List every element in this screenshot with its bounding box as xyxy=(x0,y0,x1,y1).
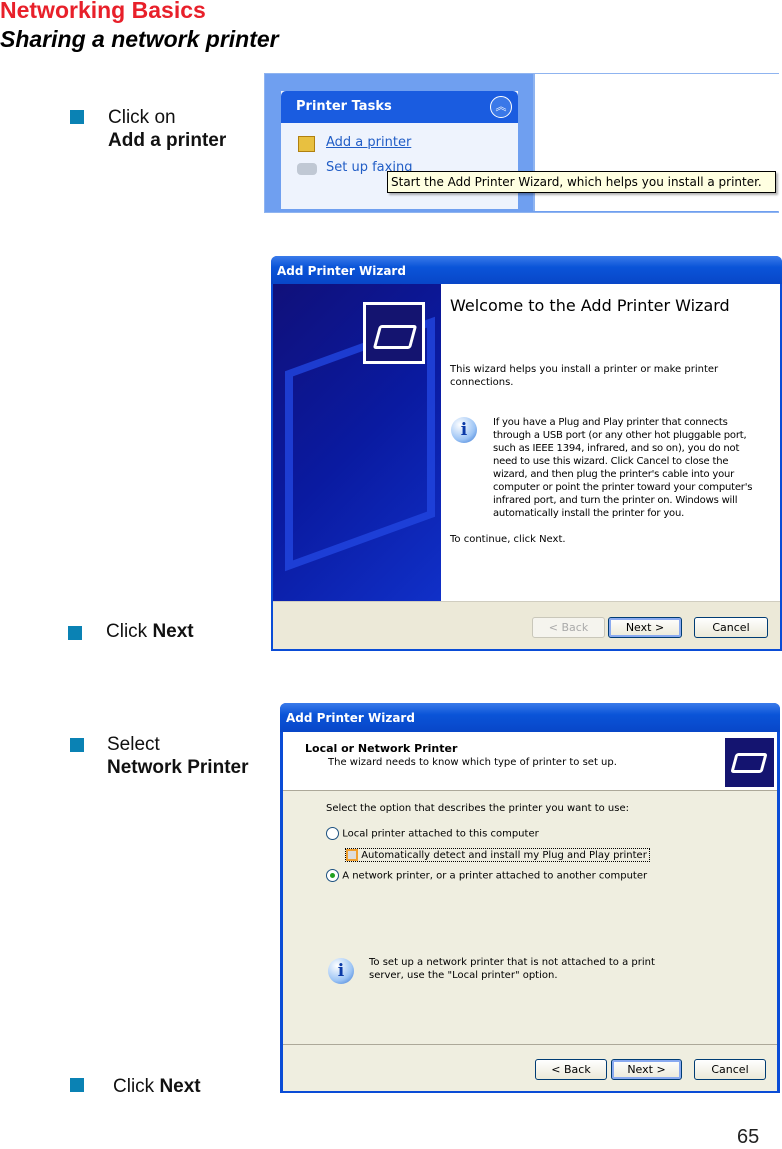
welcome-wizard-window: Add Printer Wizard Welcome to the Add Pr… xyxy=(271,256,782,651)
back-button[interactable]: < Back xyxy=(532,617,605,638)
prompt-text: Select the option that describes the pri… xyxy=(326,803,630,814)
bullet-icon xyxy=(70,738,84,752)
info-text: To set up a network printer that is not … xyxy=(369,957,655,981)
wizard-subheading: The wizard needs to know which type of p… xyxy=(328,757,617,768)
next-button[interactable]: Next > xyxy=(611,1059,682,1080)
step-2-bold: Next xyxy=(152,621,194,642)
next-button[interactable]: Next > xyxy=(608,617,682,638)
step-1-line1: Click on xyxy=(108,107,176,128)
wizard-heading: Welcome to the Add Printer Wizard xyxy=(450,296,730,315)
info-icon: i xyxy=(451,417,477,443)
window-title: Add Printer Wizard xyxy=(271,256,782,284)
info-icon: i xyxy=(328,958,354,984)
bullet-icon xyxy=(68,626,82,640)
wizard-heading: Local or Network Printer xyxy=(305,742,458,755)
step-1-line2: Add a printer xyxy=(108,130,227,151)
radio-network[interactable] xyxy=(326,869,339,882)
wizard-header: Local or Network Printer The wizard need… xyxy=(283,732,777,791)
printer-icon xyxy=(363,302,425,364)
radio-local[interactable] xyxy=(326,827,339,840)
wizard-banner xyxy=(273,284,441,601)
option-local[interactable]: Local printer attached to this computer xyxy=(326,827,539,840)
step-4-text: Click xyxy=(113,1076,160,1097)
fax-icon xyxy=(297,163,317,175)
step-3-line2: Network Printer xyxy=(107,757,249,778)
option-network-label: A network printer, or a printer attached… xyxy=(342,870,648,882)
option-auto-label: Automatically detect and install my Plug… xyxy=(361,850,647,861)
page-title: Networking Basics xyxy=(0,0,206,23)
collapse-icon[interactable]: ︽ xyxy=(490,96,512,118)
panel-title: Printer Tasks xyxy=(281,91,518,123)
step-4-bold: Next xyxy=(159,1076,201,1097)
step-3: Select Network Printer xyxy=(107,733,248,779)
step-3-line1: Select xyxy=(107,734,160,755)
printer-icon xyxy=(725,738,774,787)
button-bar: < Back Next > Cancel xyxy=(283,1044,777,1091)
button-bar: < Back Next > Cancel xyxy=(273,601,780,649)
option-auto-detect[interactable]: Automatically detect and install my Plug… xyxy=(345,848,650,862)
wizard-intro: This wizard helps you install a printer … xyxy=(450,364,719,388)
printer-tasks-screenshot: Printer Tasks ︽ Add a printer Set up fax… xyxy=(264,73,779,213)
step-1: Click on Add a printer xyxy=(108,106,226,152)
checkbox-auto-detect[interactable] xyxy=(346,849,358,861)
wizard-body: Select the option that describes the pri… xyxy=(283,791,777,1044)
printer-type-wizard-window: Add Printer Wizard Local or Network Prin… xyxy=(280,703,780,1093)
option-local-label: Local printer attached to this computer xyxy=(342,828,539,840)
step-4: Click Next xyxy=(113,1075,201,1098)
back-button[interactable]: < Back xyxy=(535,1059,607,1080)
tooltip: Start the Add Printer Wizard, which help… xyxy=(387,171,776,193)
cancel-button[interactable]: Cancel xyxy=(694,1059,766,1080)
bullet-icon xyxy=(70,1078,84,1092)
window-title: Add Printer Wizard xyxy=(280,703,780,732)
option-network[interactable]: A network printer, or a printer attached… xyxy=(326,869,647,882)
page-subtitle: Sharing a network printer xyxy=(0,26,279,52)
wizard-continue: To continue, click Next. xyxy=(450,534,566,545)
bullet-icon xyxy=(70,110,84,124)
cancel-button[interactable]: Cancel xyxy=(694,617,768,638)
step-2: Click Next xyxy=(106,620,194,643)
add-printer-icon xyxy=(298,136,315,152)
add-printer-link[interactable]: Add a printer xyxy=(326,135,411,150)
step-2-text: Click xyxy=(106,621,153,642)
wizard-info-text: If you have a Plug and Play printer that… xyxy=(493,417,753,519)
page-number: 65 xyxy=(737,1126,760,1148)
